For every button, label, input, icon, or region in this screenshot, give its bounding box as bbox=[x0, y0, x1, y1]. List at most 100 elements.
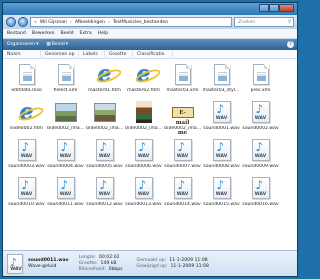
file-item[interactable]: pres.xml bbox=[241, 62, 280, 99]
wav-file-icon: ♪ WAV bbox=[172, 138, 194, 162]
file-name: master03_stylesheet.css bbox=[202, 88, 241, 93]
address-separator: › bbox=[108, 19, 110, 25]
file-item[interactable]: ♪ WAV sound0010.wav bbox=[7, 176, 46, 213]
file-item[interactable]: ♪ WAV sound0001.wav bbox=[202, 100, 241, 137]
breadcrumb-part[interactable]: TestMusicles_bestanden bbox=[113, 20, 168, 25]
file-item[interactable]: e master01.htm bbox=[85, 62, 124, 99]
wav-file-icon: ♪ WAV bbox=[211, 138, 233, 162]
file-item[interactable]: e slide0002.htm bbox=[7, 100, 46, 137]
details-col-3: Gemaakt op: 11-1-2009 11:08 Gewijzigd op… bbox=[137, 258, 209, 269]
file-item[interactable]: ♪ WAV sound0003.wav bbox=[7, 138, 46, 175]
minimize-button[interactable] bbox=[259, 4, 269, 12]
file-name: sound0007.wav bbox=[164, 164, 201, 169]
views-button[interactable]: ▦ Beeld ▾ bbox=[46, 42, 68, 47]
file-name: sound0003.wav bbox=[8, 164, 45, 169]
details-created-label: Gemaakt op: bbox=[136, 258, 167, 263]
help-icon[interactable]: ? bbox=[287, 41, 294, 48]
file-item[interactable]: ♪ WAV sound0006.wav bbox=[124, 138, 163, 175]
details-created: Gemaakt op: 11-1-2009 11:08 bbox=[137, 258, 209, 263]
close-button[interactable] bbox=[279, 4, 294, 12]
file-item[interactable]: master03.xml bbox=[163, 62, 202, 99]
chevron-down-icon: ▾ bbox=[65, 42, 69, 47]
file-item[interactable]: master03_stylesheet.css bbox=[202, 62, 241, 99]
chevron-down-icon: ▾ bbox=[36, 42, 39, 47]
menu-bar: Bestand Bewerken Beeld Extra Help bbox=[3, 29, 297, 39]
column-rating[interactable]: Classificatie bbox=[133, 49, 173, 59]
wav-file-icon: ♪ WAV bbox=[211, 176, 233, 200]
document-file-icon bbox=[55, 62, 77, 86]
organize-button[interactable]: Organiseren ▾ bbox=[7, 42, 38, 47]
details-bitrate-value: 0kbps bbox=[108, 267, 123, 272]
views-icon: ▦ bbox=[46, 42, 51, 47]
file-item[interactable]: ♪ WAV sound0005.wav bbox=[85, 138, 124, 175]
file-name: sound0012.wav bbox=[86, 202, 123, 207]
details-length-label: Lengte: bbox=[78, 255, 96, 260]
details-modified: Gewijzigd op: 11-1-2009 11:08 bbox=[137, 264, 209, 269]
forward-button[interactable]: › bbox=[18, 17, 28, 27]
file-item[interactable]: slide0002_image003.gif bbox=[124, 100, 163, 137]
file-grid: editdata.mso filelist.xml e master01.htm e ma… bbox=[3, 59, 297, 213]
details-col-1: sound0011.wav Wave-geluid bbox=[28, 258, 69, 270]
details-size-label: Grootte: bbox=[78, 261, 98, 266]
file-item[interactable]: ♪ WAV sound0011.wav bbox=[46, 176, 85, 213]
menu-file[interactable]: Bestand bbox=[7, 31, 26, 36]
back-button[interactable]: ‹ bbox=[6, 17, 16, 27]
file-name: sound0010.wav bbox=[8, 202, 45, 207]
column-date-taken[interactable]: Genomen op bbox=[41, 49, 79, 59]
internet-explorer-icon: e bbox=[16, 100, 45, 124]
wav-file-icon: ♪ WAV bbox=[16, 138, 38, 162]
document-file-icon bbox=[211, 62, 233, 86]
file-item[interactable]: filelist.xml bbox=[46, 62, 85, 99]
file-item[interactable]: ♪ WAV sound0015.wav bbox=[202, 176, 241, 213]
internet-explorer-icon: e bbox=[133, 62, 162, 86]
file-item[interactable]: ♪ WAV sound0014.wav bbox=[163, 176, 202, 213]
file-item[interactable]: ♪ WAV sound0002.wav bbox=[241, 100, 280, 137]
file-name: slide0002.htm bbox=[9, 126, 44, 131]
column-size[interactable]: Grootte bbox=[105, 49, 133, 59]
menu-view[interactable]: Beeld bbox=[61, 31, 74, 36]
title-bar[interactable] bbox=[3, 3, 297, 15]
details-modified-label: Gewijzigd op: bbox=[136, 264, 168, 269]
details-size: Grootte: 149 kB bbox=[79, 261, 123, 266]
file-name: sound0015.wav bbox=[203, 202, 240, 207]
file-item[interactable]: ♪ WAV sound0009.wav bbox=[241, 138, 280, 175]
file-name: sound0002.wav bbox=[242, 126, 279, 131]
file-item[interactable]: ♪ WAV sound0016.wav bbox=[241, 176, 280, 213]
command-bar: Organiseren ▾ ▦ Beeld ▾ ? bbox=[3, 39, 297, 50]
wav-file-icon: ♪ WAV bbox=[7, 253, 23, 274]
views-label: Beeld bbox=[51, 42, 65, 47]
document-file-icon bbox=[172, 62, 194, 86]
details-file-name: sound0011.wav bbox=[28, 257, 69, 263]
file-item[interactable]: E-mail meslide0002_image004.gif bbox=[163, 100, 202, 137]
details-col-2: Lengte: 00:02:02 Grootte: 149 kB Bitsnel… bbox=[79, 255, 123, 272]
file-item[interactable]: ♪ WAV sound0013.wav bbox=[124, 176, 163, 213]
file-item[interactable]: ♪ WAV sound0004.wav bbox=[46, 138, 85, 175]
file-item[interactable]: ♪ WAV sound0012.wav bbox=[85, 176, 124, 213]
file-item[interactable]: slide0002_image002.jpg bbox=[85, 100, 124, 137]
breadcrumb-part[interactable]: Wil Gijsman bbox=[40, 20, 67, 25]
column-name[interactable]: Naam bbox=[3, 49, 41, 59]
file-item[interactable]: e master02.htm bbox=[124, 62, 163, 99]
wav-file-icon: ♪ WAV bbox=[133, 138, 155, 162]
column-labels[interactable]: Labels bbox=[79, 49, 105, 59]
breadcrumb-part[interactable]: Afbeeldingen bbox=[75, 20, 105, 25]
file-name: sound0004.wav bbox=[47, 164, 84, 169]
address-row: ‹ › « Wil Gijsman › Afbeeldingen › TestM… bbox=[3, 15, 297, 29]
image-thumbnail-icon bbox=[54, 100, 77, 124]
file-item[interactable]: slide0002_image001.jpg bbox=[46, 100, 85, 137]
file-name: sound0008.wav bbox=[203, 164, 240, 169]
file-name: sound0006.wav bbox=[125, 164, 162, 169]
maximize-button[interactable] bbox=[269, 4, 279, 12]
wav-file-icon: ♪ WAV bbox=[211, 100, 233, 124]
wav-file-icon: ♪ WAV bbox=[55, 176, 77, 200]
wav-file-icon: ♪ WAV bbox=[55, 138, 77, 162]
menu-help[interactable]: Help bbox=[98, 31, 108, 36]
file-name: master02.htm bbox=[127, 88, 160, 93]
file-item[interactable]: editdata.mso bbox=[7, 62, 46, 99]
menu-extra[interactable]: Extra bbox=[80, 31, 92, 36]
menu-edit[interactable]: Bewerken bbox=[32, 31, 55, 36]
file-item[interactable]: ♪ WAV sound0007.wav bbox=[163, 138, 202, 175]
search-input[interactable]: Zoeken ⚲ bbox=[234, 17, 294, 27]
file-item[interactable]: ♪ WAV sound0008.wav bbox=[202, 138, 241, 175]
address-bar[interactable]: « Wil Gijsman › Afbeeldingen › TestMusic… bbox=[30, 17, 232, 27]
